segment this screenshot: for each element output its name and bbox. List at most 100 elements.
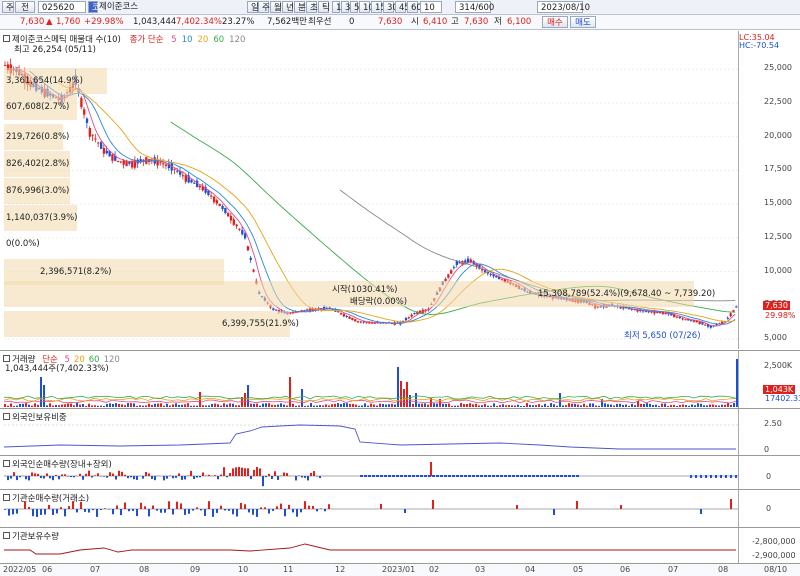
ma-period-5[interactable]: 5 — [171, 35, 176, 45]
volume-bar — [253, 403, 255, 407]
volume-bar — [625, 404, 627, 407]
volume-bar — [10, 403, 12, 407]
volume-bar — [139, 405, 141, 407]
volume-bar — [313, 405, 315, 407]
settings-icon[interactable] — [3, 35, 10, 42]
foreign-net-bar — [118, 470, 120, 476]
foreign-net-bar — [560, 475, 563, 477]
current-price: 7,630 — [20, 17, 45, 27]
foreign-net-bar — [214, 475, 216, 476]
interval-1[interactable]: 1 — [332, 1, 341, 13]
ma-period-60[interactable]: 60 — [213, 35, 224, 45]
settings-icon[interactable] — [3, 355, 10, 362]
settings-icon[interactable] — [3, 413, 10, 420]
volume-bar — [61, 404, 63, 407]
volume-bar — [379, 403, 381, 407]
stock-type-dropdown[interactable]: 주 — [2, 1, 14, 13]
foreign-net-bar — [40, 476, 42, 479]
period-day[interactable]: 일 — [247, 1, 259, 13]
volume-bar — [349, 403, 351, 407]
volume-bar — [352, 403, 354, 407]
foreign-net-bar — [548, 475, 551, 477]
foreign-net-bar — [259, 468, 261, 476]
volume-bar — [475, 403, 477, 407]
interval-60[interactable]: 60 — [407, 1, 422, 13]
volume-ma-line — [4, 395, 737, 400]
settings-icon[interactable] — [3, 460, 10, 467]
x-axis-label: 08 — [718, 565, 729, 574]
interval-5[interactable]: 5 — [350, 1, 359, 13]
candle — [404, 318, 408, 321]
volume-bar — [106, 403, 108, 407]
period-year[interactable]: 년 — [282, 1, 294, 13]
volume-bar — [730, 404, 732, 407]
volume-bar — [493, 403, 495, 407]
foreign-net-bar — [187, 475, 189, 476]
volume-bar — [340, 404, 342, 407]
ma-period-10[interactable]: 10 — [182, 35, 193, 45]
foreign-ratio-line — [3, 424, 736, 450]
foreign-net-bar — [82, 476, 84, 480]
interval-3[interactable]: 3 — [341, 1, 350, 13]
foreign-net-bar — [364, 475, 367, 477]
candle — [664, 313, 667, 315]
volume-bar — [283, 404, 285, 407]
inst-net-bar — [296, 509, 298, 517]
buy-button[interactable]: 매수 — [542, 16, 568, 28]
foreign-net-bar — [124, 474, 126, 476]
inst-net-bar — [216, 509, 218, 513]
period-minute[interactable]: 분 — [294, 1, 306, 13]
candle — [413, 313, 416, 315]
interval-45[interactable]: 45 — [395, 1, 410, 13]
date-input[interactable]: 2023/08/10 — [537, 1, 590, 13]
ma-period-120[interactable]: 120 — [229, 35, 245, 45]
stock-code-input[interactable]: 025620 — [38, 1, 86, 13]
interval-10[interactable]: 10 — [359, 1, 374, 13]
inst-hold-title-text: 기관보유수량 — [12, 532, 59, 542]
candle — [489, 273, 492, 275]
candle — [224, 208, 227, 214]
volume-bar — [697, 403, 699, 407]
volume-bar — [223, 403, 225, 407]
interval-30[interactable]: 30 — [383, 1, 398, 13]
foreign-net-bar — [556, 475, 559, 477]
ma-period-20[interactable]: 20 — [198, 35, 209, 45]
foreign-net-bar — [528, 475, 531, 477]
data-count-input[interactable]: 314/600 — [455, 1, 494, 13]
foreign-net-bar — [492, 475, 495, 477]
period-second[interactable]: 초 — [306, 1, 318, 13]
volume-bar — [610, 404, 612, 407]
foreign-net-bar — [103, 476, 105, 477]
foreign-net-bar — [512, 475, 515, 477]
inst-net-pane[interactable]: 기관순매수량(거래소) 0 — [0, 489, 800, 527]
period-week[interactable]: 주 — [258, 1, 270, 13]
settings-icon[interactable] — [3, 494, 10, 501]
volume-bar — [514, 405, 516, 407]
foreign-net-pane[interactable]: 외국인순매수량(장내+장외) 0 — [0, 455, 800, 489]
volume-pane[interactable]: 거래량 단순 5 20 60 120 1,043,444주(7,402.33%) 2,… — [0, 350, 800, 408]
inst-hold-pane[interactable]: 기관보유수량 -2,800,000 -2,900,000 — [0, 527, 800, 563]
volume-bar — [445, 403, 447, 407]
candle — [164, 164, 168, 166]
volume-bar — [145, 405, 147, 407]
period-month[interactable]: 월 — [270, 1, 282, 13]
volume-bar — [226, 404, 228, 407]
foreign-ratio-pane[interactable]: 외국인보유비중 2.50 0 — [0, 408, 800, 455]
foreign-net-bar — [460, 475, 463, 477]
foreign-net-bar — [576, 475, 579, 477]
hc-label: HC:-70.54 — [739, 41, 780, 50]
sell-button[interactable]: 매도 — [570, 16, 596, 28]
interval-15[interactable]: 15 — [371, 1, 386, 13]
market-dropdown[interactable]: 전 — [15, 1, 35, 13]
custom-interval-input[interactable]: 10 — [420, 1, 442, 13]
foreign-net-bar — [61, 474, 63, 476]
inst-net-bar — [4, 509, 6, 510]
period-tick[interactable]: 틱 — [318, 1, 330, 13]
stock-name-label[interactable]: 제이준코스 — [99, 1, 149, 13]
candle — [83, 109, 86, 115]
settings-icon[interactable] — [3, 532, 10, 539]
market-badge[interactable]: 코 — [88, 1, 100, 13]
volume-bar — [724, 404, 726, 407]
foreign-net-bar — [88, 470, 90, 476]
price-chart-pane[interactable]: 제이준코스메틱 매물대 수(10) 종가 단순 5 10 20 60 120 LC:35… — [0, 31, 800, 349]
